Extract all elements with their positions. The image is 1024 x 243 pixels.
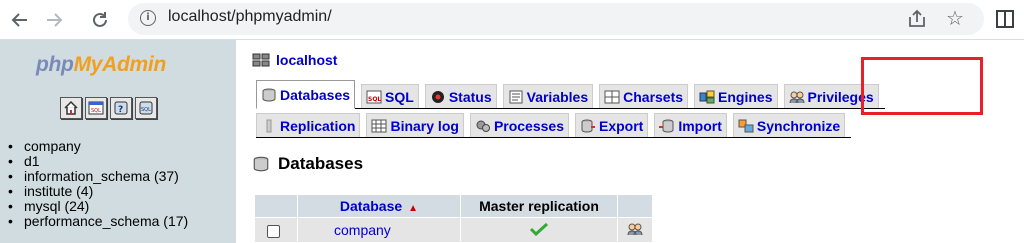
table-row: company [255,218,652,242]
database-column-header[interactable]: Database ▲ [298,195,460,217]
share-icon[interactable] [906,8,928,30]
privileges-icon [789,91,805,103]
tab-engines[interactable]: Engines [694,84,778,108]
database-item[interactable]: d1 [8,154,188,169]
tab-privileges[interactable]: Privileges [783,84,879,108]
tab-status[interactable]: Status [424,84,497,108]
sql-docs-icon[interactable]: SQL [135,97,157,119]
tab-binary-log[interactable]: Binary log [366,113,464,137]
synchronize-icon [738,119,754,132]
database-item[interactable]: performance_schema (17) [8,214,188,229]
select-column-header [255,195,297,217]
tab-charsets[interactable]: Charsets [599,84,689,108]
row-checkbox[interactable] [267,224,280,238]
action-column-header [618,195,652,217]
tab-synchronize[interactable]: Synchronize [732,113,846,137]
master-replication-column-header: Master replication [461,195,617,217]
tab-replication[interactable]: Replication [256,113,361,137]
import-icon [659,119,674,133]
site-info-icon[interactable]: i [140,10,156,26]
database-item[interactable]: institute (4) [8,184,188,199]
server-icon [252,53,270,67]
address-bar[interactable]: i localhost/phpmyadmin/ ☆ [128,3,984,35]
navigation-frame: phpMyAdmin SQL ? SQL company d1 informat… [0,40,236,243]
tab-sql[interactable]: SQL SQL [361,84,419,108]
database-list: company d1 information_schema (37) insti… [8,139,188,229]
engines-icon [699,90,715,103]
variables-icon [509,90,523,103]
page-title: Databases [252,154,363,174]
main-frame: localhost Databases SQL SQL Status Varia… [236,40,1024,243]
databases-icon [253,156,269,172]
export-icon [581,119,595,133]
database-item[interactable]: mysql (24) [8,199,188,214]
sql-icon: SQL [366,90,382,103]
tab-export[interactable]: Export [575,113,649,137]
status-icon [431,90,444,103]
processes-icon [476,120,490,132]
forward-icon[interactable] [40,6,68,34]
phpmyadmin-logo[interactable]: phpMyAdmin [36,53,166,77]
docs-icon[interactable]: ? [110,97,132,119]
svg-text:SQL: SQL [91,108,101,114]
binary-log-icon [371,119,387,132]
svg-text:SQL: SQL [368,96,381,103]
tabs-row-2: Replication Binary log Processes Export … [256,113,852,138]
tab-databases[interactable]: Databases [256,80,356,109]
tab-import[interactable]: Import [654,113,727,137]
charsets-icon [604,90,620,103]
check-icon [529,222,549,236]
back-icon[interactable] [6,6,34,34]
home-icon[interactable] [60,97,82,119]
quick-icons: SQL ? SQL [60,97,157,119]
svg-text:SQL: SQL [141,107,151,113]
databases-table: Database ▲ Master replication company [254,194,653,243]
svg-text:?: ? [118,105,123,115]
privileges-icon[interactable] [627,222,643,236]
tab-variables[interactable]: Variables [502,84,594,108]
url-text[interactable]: localhost/phpmyadmin/ [168,8,332,26]
tab-processes[interactable]: Processes [469,113,569,137]
tabs-row-1: Databases SQL SQL Status Variables Chars… [256,80,885,109]
sql-query-icon[interactable]: SQL [85,97,107,119]
reload-icon[interactable] [86,6,114,34]
bookmark-star-icon[interactable]: ☆ [946,6,964,30]
database-item[interactable]: information_schema (37) [8,169,188,184]
side-panel-icon[interactable] [996,10,1014,28]
replication-icon [266,119,272,132]
server-breadcrumb[interactable]: localhost [252,52,337,68]
browser-toolbar: i localhost/phpmyadmin/ ☆ [0,0,1024,40]
database-link[interactable]: company [298,222,391,238]
databases-icon [262,88,276,102]
sort-ascending-icon: ▲ [408,203,419,214]
database-item[interactable]: company [8,139,188,154]
server-name[interactable]: localhost [276,52,337,68]
